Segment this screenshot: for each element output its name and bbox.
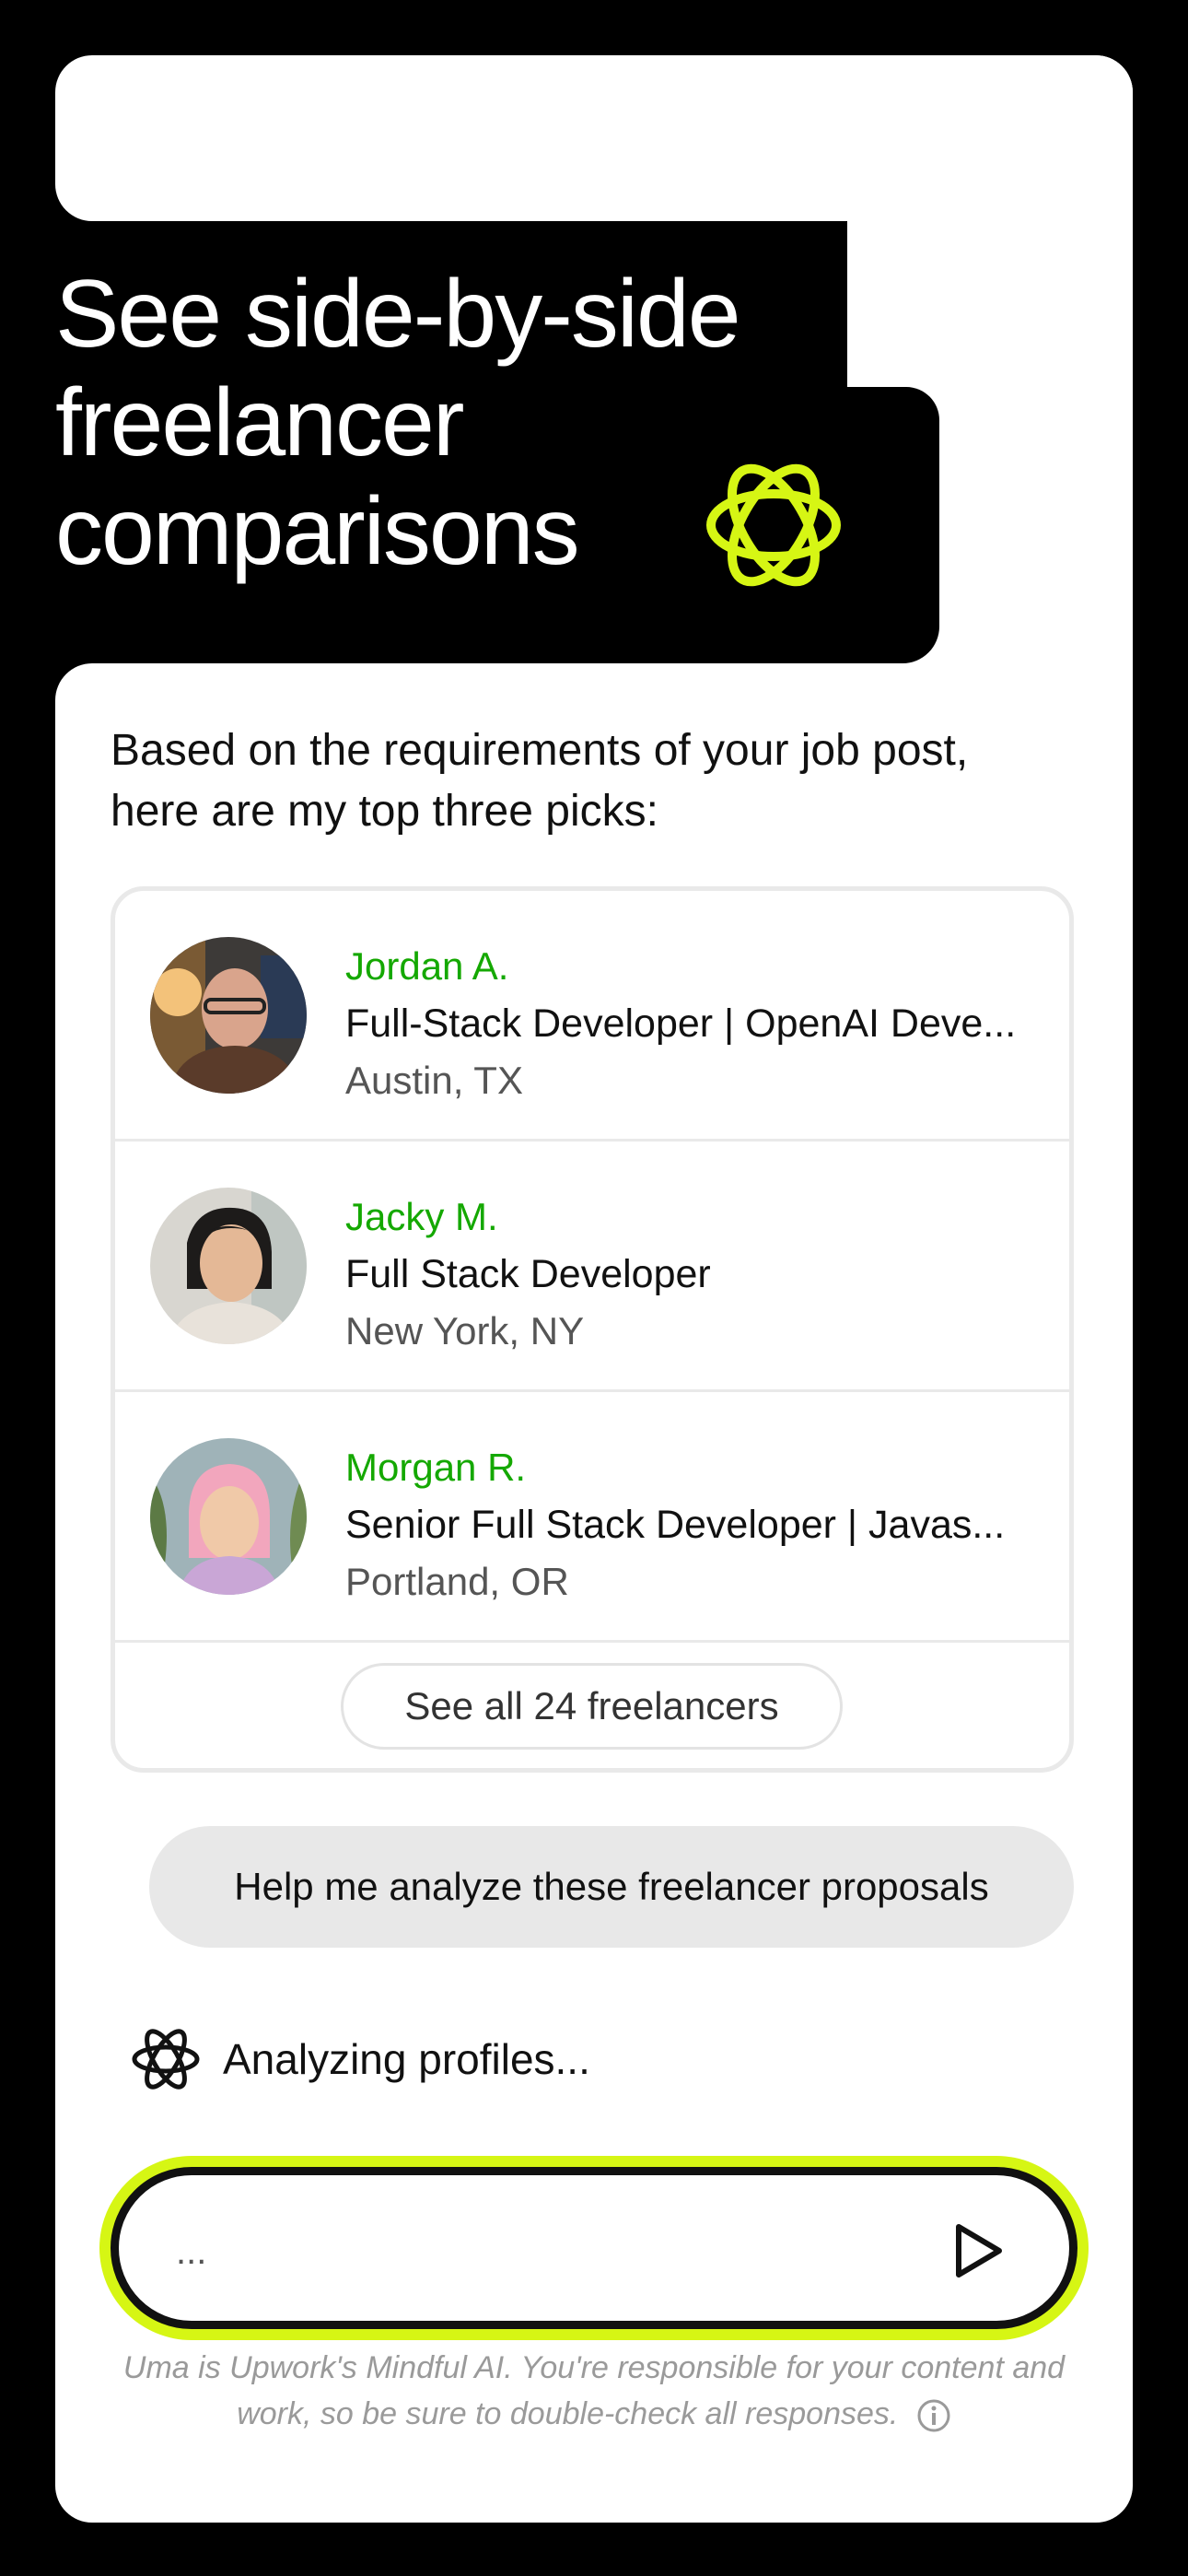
freelancer-title: Senior Full Stack Developer | Javas... bbox=[345, 1503, 1006, 1547]
freelancer-location: New York, NY bbox=[345, 1309, 585, 1352]
freelancer-name[interactable]: Jordan A. bbox=[345, 944, 508, 989]
freelancer-location: Austin, TX bbox=[345, 1059, 523, 1102]
user-message-bubble: Help me analyze these freelancer proposa… bbox=[149, 1826, 1074, 1948]
see-all-freelancers-button[interactable]: See all 24 freelancers bbox=[341, 1663, 843, 1750]
freelancer-location: Portland, OR bbox=[345, 1560, 569, 1603]
info-icon[interactable] bbox=[916, 2398, 951, 2433]
avatar bbox=[150, 1438, 307, 1595]
composer-focus-ring bbox=[99, 2156, 1089, 2340]
freelancer-row[interactable]: Morgan R. Senior Full Stack Developer | … bbox=[115, 1392, 1069, 1643]
app-frame: See side-by-side freelancer comparisons … bbox=[0, 0, 1188, 2576]
freelancer-row[interactable]: Jordan A. Full-Stack Developer | OpenAI … bbox=[115, 891, 1069, 1142]
freelancer-title: Full-Stack Developer | OpenAI Deve... bbox=[345, 1001, 1017, 1046]
send-icon[interactable] bbox=[938, 2214, 1012, 2288]
atom-icon bbox=[132, 2029, 200, 2090]
assistant-intro-text: Based on the requirements of your job po… bbox=[111, 726, 969, 836]
freelancer-list: Jordan A. Full-Stack Developer | OpenAI … bbox=[111, 886, 1074, 1773]
avatar bbox=[150, 1188, 307, 1344]
freelancer-title: Full Stack Developer bbox=[345, 1252, 711, 1296]
freelancer-name[interactable]: Jacky M. bbox=[345, 1195, 498, 1239]
uma-logo-icon bbox=[706, 463, 841, 587]
composer bbox=[111, 2167, 1077, 2329]
freelancer-name[interactable]: Morgan R. bbox=[345, 1446, 526, 1490]
freelancer-row[interactable]: Jacky M. Full Stack Developer New York, … bbox=[115, 1142, 1069, 1392]
analyzing-status: Analyzing profiles... bbox=[129, 2018, 590, 2101]
message-input[interactable] bbox=[174, 2214, 914, 2289]
status-text: Analyzing profiles... bbox=[223, 2035, 590, 2083]
ai-disclaimer: Uma is Upwork's Mindful AI. You're respo… bbox=[120, 2345, 1068, 2437]
avatar bbox=[150, 937, 307, 1094]
